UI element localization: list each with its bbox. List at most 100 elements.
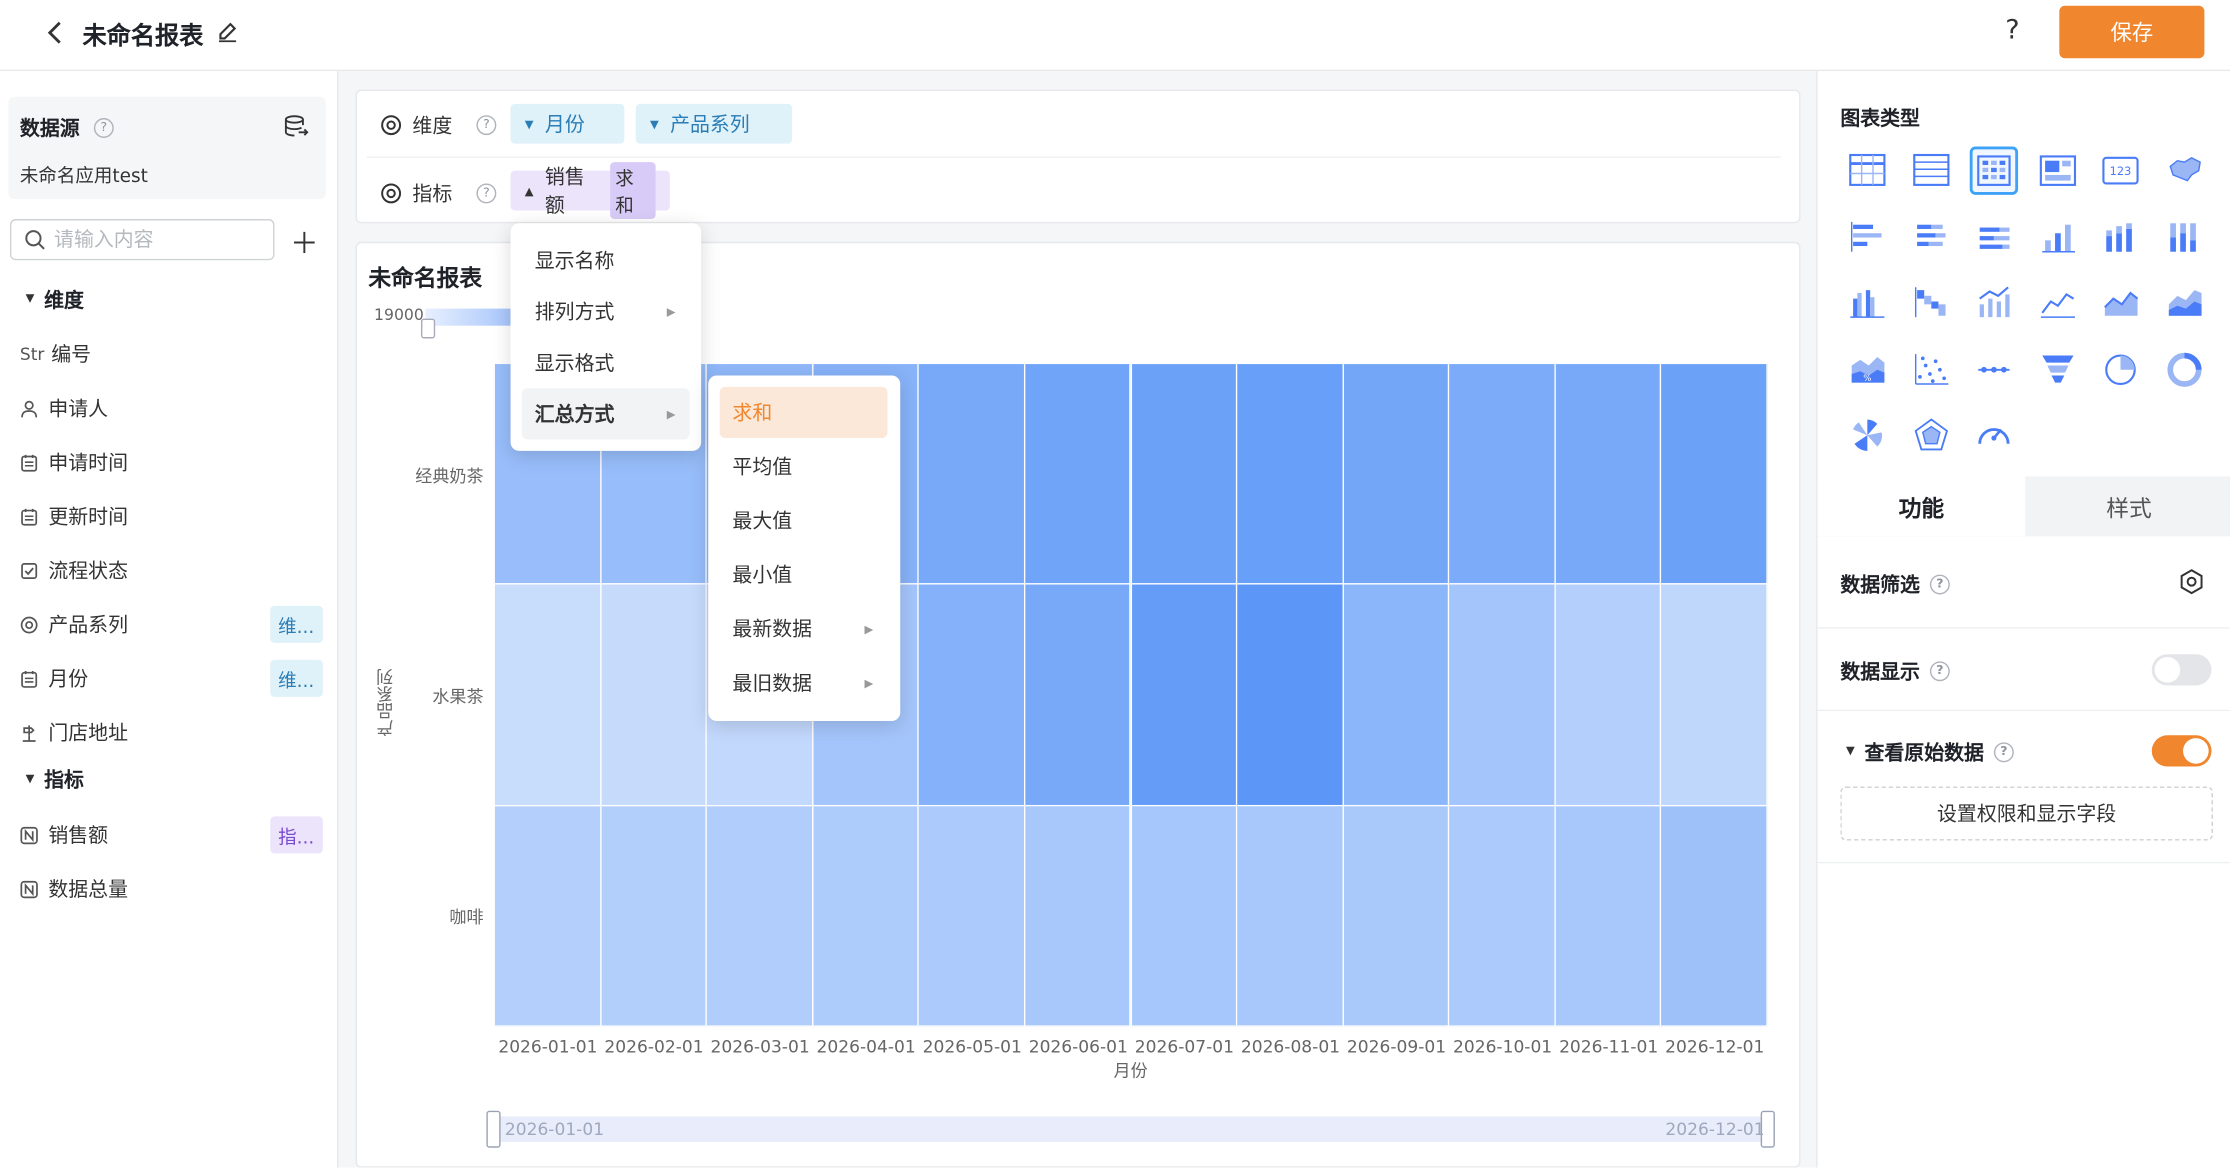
heatmap-cell[interactable] <box>1449 805 1556 1027</box>
chart-type-column-group-icon[interactable] <box>1843 279 1891 327</box>
help-circle-icon[interactable]: ? <box>1929 661 1950 682</box>
field-menu-item-0[interactable]: 显示名称 <box>522 235 690 286</box>
heatmap-cell[interactable] <box>1555 364 1662 585</box>
field-menu-item-2[interactable]: 显示格式 <box>522 337 690 388</box>
help-circle-icon[interactable]: ? <box>476 115 497 136</box>
heatmap-cell[interactable] <box>1343 364 1450 585</box>
chart-type-column-line-icon[interactable] <box>1970 279 2018 327</box>
chart-type-bar-stacked-horizontal-icon[interactable] <box>1906 213 1954 261</box>
chart-type-table-icon[interactable] <box>1843 146 1891 194</box>
heatmap-cell[interactable] <box>1025 584 1132 806</box>
dimension-field-0[interactable]: Str 编号 <box>20 334 326 374</box>
heatmap-cell[interactable] <box>600 584 708 806</box>
heatmap-cell[interactable] <box>1025 805 1132 1027</box>
chart-type-pie-icon[interactable] <box>2096 345 2144 393</box>
back-icon[interactable] <box>37 14 71 51</box>
heatmap-cell[interactable] <box>1131 584 1238 806</box>
heatmap-cell[interactable] <box>1237 584 1344 806</box>
field-menu-item-3[interactable]: 汇总方式 ▶ <box>521 388 690 440</box>
heatmap-cell[interactable] <box>919 805 1026 1027</box>
aggregation-option-1[interactable]: 平均值 <box>720 441 888 492</box>
help-circle-icon[interactable]: ? <box>1993 742 2014 763</box>
heatmap-cell[interactable] <box>1131 805 1238 1027</box>
filter-settings-icon[interactable] <box>2177 567 2205 601</box>
chart-type-dot-line-icon[interactable] <box>1970 345 2018 393</box>
heatmap-cell[interactable] <box>919 584 1026 806</box>
heatmap-cell[interactable] <box>1661 805 1768 1027</box>
heatmap-cell[interactable] <box>494 584 601 806</box>
heatmap-cell[interactable] <box>1555 805 1662 1027</box>
data-display-toggle[interactable] <box>2151 654 2212 686</box>
database-switch-icon[interactable] <box>283 114 309 140</box>
chart-type-area-icon[interactable] <box>2096 279 2144 327</box>
heatmap-cell[interactable] <box>494 805 601 1027</box>
visual-map-legend[interactable] <box>425 308 511 326</box>
aggregation-option-3[interactable]: 最小值 <box>720 549 888 600</box>
heatmap-cell[interactable] <box>1237 805 1344 1027</box>
collapse-caret-icon[interactable]: ▼ <box>26 772 35 785</box>
collapse-caret-icon[interactable]: ▼ <box>1846 744 1855 757</box>
aggregation-option-5[interactable]: 最旧数据 ▶ <box>720 657 888 708</box>
chart-type-radar-icon[interactable] <box>1906 411 1954 459</box>
heatmap-cell[interactable] <box>707 805 814 1027</box>
aggregation-option-0[interactable]: 求和 <box>719 386 888 439</box>
edit-icon[interactable] <box>216 20 242 46</box>
heatmap-cell[interactable] <box>1343 805 1450 1027</box>
save-button[interactable]: 保存 <box>2059 5 2205 59</box>
search-input[interactable] <box>54 226 268 255</box>
heatmap-cell[interactable] <box>1343 584 1450 806</box>
field-search[interactable] <box>9 219 275 261</box>
heatmap-cell[interactable] <box>1131 364 1238 585</box>
help-circle-icon[interactable]: ? <box>476 183 497 204</box>
field-menu-item-1[interactable]: 排列方式 ▶ <box>522 286 690 337</box>
heatmap-cell[interactable] <box>1237 364 1344 585</box>
tab-style[interactable]: 样式 <box>2025 476 2230 537</box>
dimension-field-2[interactable]: 申请时间 <box>20 442 326 482</box>
heatmap-cell[interactable] <box>919 364 1026 585</box>
chart-type-gauge-icon[interactable] <box>1970 411 2018 459</box>
help-circle-icon[interactable]: ? <box>93 118 114 138</box>
zoom-slider-start-handle[interactable] <box>486 1110 501 1148</box>
chart-type-waterfall-icon[interactable] <box>1906 279 1954 327</box>
dimension-field-3[interactable]: 更新时间 <box>20 496 326 536</box>
chart-type-detail-table-icon[interactable] <box>1906 146 1954 194</box>
chart-type-area-percent-icon[interactable]: % <box>1843 345 1891 393</box>
raw-data-toggle[interactable] <box>2151 735 2212 767</box>
add-field-button[interactable]: ＋ <box>290 220 318 261</box>
metric-field-0[interactable]: 销售额 指... <box>20 815 326 855</box>
legend-handle[interactable] <box>420 318 436 339</box>
heatmap-cell[interactable] <box>1025 364 1132 585</box>
chart-type-column-stacked-icon[interactable] <box>2096 213 2144 261</box>
heatmap-cell[interactable] <box>1555 584 1662 806</box>
heatmap-cell[interactable] <box>1449 584 1556 806</box>
chart-type-map-icon[interactable] <box>2160 146 2208 194</box>
dimension-chip-product[interactable]: ▼ 产品系列 <box>635 103 793 144</box>
dimension-field-1[interactable]: 申请人 <box>20 388 326 428</box>
help-circle-icon[interactable]: ? <box>1929 574 1950 595</box>
chart-type-number-card-icon[interactable]: 123 <box>2096 146 2144 194</box>
chart-type-column-icon[interactable] <box>2033 213 2081 261</box>
chart-type-funnel-icon[interactable] <box>2033 345 2081 393</box>
dimension-field-5[interactable]: 产品系列 维... <box>20 604 326 644</box>
metric-chip-sales[interactable]: ▲ 销售额 求和 <box>510 162 670 220</box>
heatmap-cell[interactable] <box>813 805 920 1027</box>
heatmap-cell[interactable] <box>1661 364 1768 585</box>
chart-type-heatmap-icon[interactable] <box>1969 146 2019 195</box>
tab-function[interactable]: 功能 <box>1817 476 2026 537</box>
aggregation-option-2[interactable]: 最大值 <box>720 495 888 546</box>
aggregation-option-4[interactable]: 最新数据 ▶ <box>720 603 888 654</box>
set-permissions-button[interactable]: 设置权限和显示字段 <box>1840 786 2213 841</box>
zoom-slider-track[interactable] <box>489 1116 1773 1143</box>
heatmap-cell[interactable] <box>1661 584 1768 806</box>
metric-field-1[interactable]: 数据总量 <box>20 869 326 909</box>
chart-type-indicator-card-icon[interactable] <box>2033 146 2081 194</box>
chart-type-rose-icon[interactable] <box>1843 411 1891 459</box>
heatmap-cell[interactable] <box>1449 364 1556 585</box>
dimension-chip-month[interactable]: ▼ 月份 <box>510 103 625 144</box>
chart-type-scatter-icon[interactable] <box>1906 345 1954 393</box>
chart-type-area-stacked-icon[interactable] <box>2160 279 2208 327</box>
collapse-caret-icon[interactable]: ▼ <box>26 292 35 305</box>
chart-type-line-icon[interactable] <box>2033 279 2081 327</box>
dimension-field-7[interactable]: 门店地址 <box>20 713 326 753</box>
dimension-field-6[interactable]: 月份 维... <box>20 658 326 698</box>
